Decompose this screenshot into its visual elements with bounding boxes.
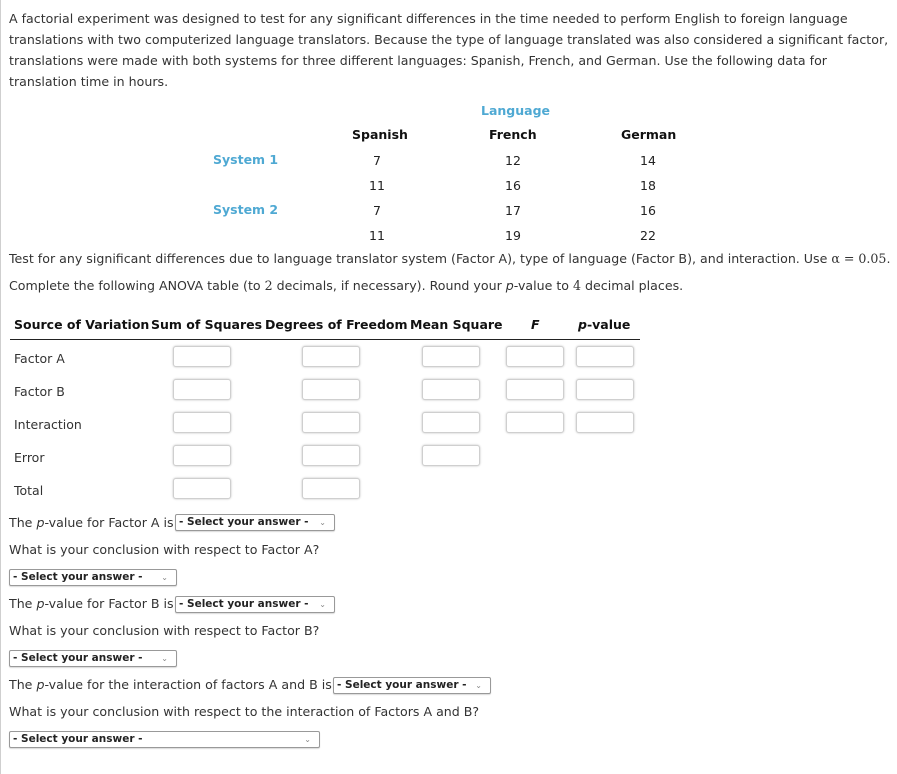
cell: 14 <box>640 153 656 168</box>
question-text: -value for the interaction of factors A … <box>44 677 332 692</box>
cell: 16 <box>640 203 656 218</box>
chevron-down-icon: ⌄ <box>161 654 168 663</box>
header-ss: Sum of Squares <box>151 317 263 332</box>
factor-a-df-input[interactable] <box>302 346 360 367</box>
row-system-1: System 1 <box>213 152 279 167</box>
factor-a-ms-input[interactable] <box>422 346 480 367</box>
total-ss-input[interactable] <box>173 478 231 499</box>
interaction-pvalue-input[interactable] <box>576 412 634 433</box>
select-value: - Select your answer - <box>13 733 143 745</box>
factor-b-ms-input[interactable] <box>422 379 480 400</box>
question-text: The <box>9 515 37 530</box>
header-f: F <box>531 317 540 332</box>
pvalue-factor-b-select[interactable]: - Select your answer - ⌄ <box>175 596 335 613</box>
chevron-down-icon: ⌄ <box>475 681 482 690</box>
p-italic: p <box>505 278 514 293</box>
row-system-2: System 2 <box>213 202 279 217</box>
header-source: Source of Variation <box>14 317 150 332</box>
cell: 18 <box>640 178 656 193</box>
cell: 22 <box>640 228 656 243</box>
conclusion-interaction-select[interactable]: - Select your answer - ⌄ <box>9 731 320 748</box>
interaction-df-input[interactable] <box>302 412 360 433</box>
chevron-down-icon: ⌄ <box>319 518 326 527</box>
pvalue-interaction-select[interactable]: - Select your answer - ⌄ <box>333 677 491 694</box>
factor-a-pvalue-input[interactable] <box>576 346 634 367</box>
chevron-down-icon: ⌄ <box>319 600 326 609</box>
header-df: Degrees of Freedom <box>265 317 408 332</box>
col-spanish: Spanish <box>352 127 408 142</box>
header-divider <box>10 339 640 340</box>
interaction-ss-input[interactable] <box>173 412 231 433</box>
cell: 12 <box>505 153 521 168</box>
select-value: - Select your answer - <box>13 652 143 664</box>
total-df-input[interactable] <box>302 478 360 499</box>
select-value: - Select your answer - <box>179 598 309 610</box>
question-text: -value for Factor A is <box>44 515 174 530</box>
factor-b-df-input[interactable] <box>302 379 360 400</box>
conclusion-factor-b-select[interactable]: - Select your answer - ⌄ <box>9 650 177 667</box>
interaction-f-input[interactable] <box>506 412 564 433</box>
col-german: German <box>621 127 677 142</box>
instruction-text: Test for any significant differences due… <box>9 251 832 266</box>
factor-b-ss-input[interactable] <box>173 379 231 400</box>
question-conclusion-factor-a: What is your conclusion with respect to … <box>9 542 320 557</box>
col-french: French <box>489 127 537 142</box>
factor-a-ss-input[interactable] <box>173 346 231 367</box>
cell: 16 <box>505 178 521 193</box>
p-decimals-value: 4 <box>573 278 582 293</box>
row-label-factor-a: Factor A <box>14 351 65 366</box>
question-conclusion-interaction: What is your conclusion with respect to … <box>9 704 480 719</box>
instruction-line-2: Complete the following ANOVA table (to 2… <box>9 278 683 293</box>
column-group-label: Language <box>481 103 551 118</box>
question-pvalue-factor-b: The p-value for Factor B is <box>9 596 174 611</box>
chevron-down-icon: ⌄ <box>161 573 168 582</box>
instruction-text: -value to <box>513 278 574 293</box>
question-conclusion-factor-b: What is your conclusion with respect to … <box>9 623 320 638</box>
error-ms-input[interactable] <box>422 445 480 466</box>
select-value: - Select your answer - <box>13 571 143 583</box>
question-pvalue-factor-a: The p-value for Factor A is <box>9 515 174 530</box>
question-text: The <box>9 596 37 611</box>
cell: 11 <box>369 228 385 243</box>
instruction-line-1: Test for any significant differences due… <box>9 251 890 266</box>
select-value: - Select your answer - <box>337 679 467 691</box>
instruction-text: decimal places. <box>581 278 684 293</box>
chevron-down-icon: ⌄ <box>304 735 311 744</box>
conclusion-factor-a-select[interactable]: - Select your answer - ⌄ <box>9 569 177 586</box>
header-ms: Mean Square <box>410 317 503 332</box>
error-df-input[interactable] <box>302 445 360 466</box>
row-label-total: Total <box>14 483 44 498</box>
question-text: The <box>9 677 37 692</box>
interaction-ms-input[interactable] <box>422 412 480 433</box>
cell: 7 <box>373 153 381 168</box>
factor-b-f-input[interactable] <box>506 379 564 400</box>
alpha-value: α = 0.05 <box>831 251 887 266</box>
instruction-text: Complete the following ANOVA table (to <box>9 278 265 293</box>
cell: 17 <box>505 203 521 218</box>
cell: 11 <box>369 178 385 193</box>
problem-intro: A factorial experiment was designed to t… <box>9 11 889 89</box>
error-ss-input[interactable] <box>173 445 231 466</box>
factor-b-pvalue-input[interactable] <box>576 379 634 400</box>
row-label-factor-b: Factor B <box>14 384 65 399</box>
cell: 19 <box>505 228 521 243</box>
pvalue-factor-a-select[interactable]: - Select your answer - ⌄ <box>175 514 335 531</box>
instruction-text: decimals, if necessary). Round your <box>272 278 506 293</box>
row-label-interaction: Interaction <box>14 417 82 432</box>
instruction-text: . <box>886 251 891 266</box>
question-text: -value for Factor B is <box>44 596 174 611</box>
select-value: - Select your answer - <box>179 516 309 528</box>
header-pvalue: p-value <box>578 317 631 332</box>
factor-a-f-input[interactable] <box>506 346 564 367</box>
decimals-value: 2 <box>264 278 273 293</box>
question-pvalue-interaction: The p-value for the interaction of facto… <box>9 677 332 692</box>
cell: 7 <box>373 203 381 218</box>
row-label-error: Error <box>14 450 45 465</box>
